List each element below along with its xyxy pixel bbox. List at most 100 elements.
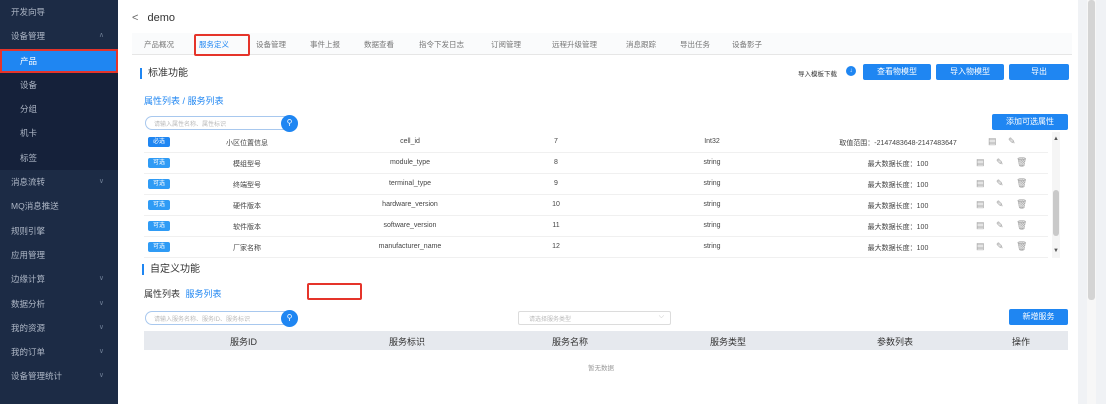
sidebar-item-label: 消息流转 bbox=[11, 177, 46, 188]
service-type-select[interactable]: 请选择服务类型 ⌵ bbox=[518, 311, 671, 325]
pencil-icon[interactable]: ✎ bbox=[1008, 136, 1016, 147]
search-icon[interactable]: ⚲ bbox=[281, 310, 298, 327]
tab-item[interactable]: 数据查看 bbox=[364, 39, 394, 50]
sidebar-item[interactable]: 设备管理统计 ∨ bbox=[0, 364, 118, 388]
tab-item[interactable]: 消息跟踪 bbox=[626, 39, 656, 50]
chevron-up-icon: ∧ bbox=[98, 32, 104, 40]
tab-service-list[interactable]: 服务列表 bbox=[186, 289, 222, 299]
chevron-down-icon: ∨ bbox=[98, 323, 104, 331]
tab-attribute-list[interactable]: 属性列表 bbox=[144, 289, 180, 299]
cell-type: Int32 bbox=[704, 138, 720, 145]
sidebar-item-label: 规则引擎 bbox=[11, 225, 46, 236]
tab-item[interactable]: 服务定义 bbox=[199, 39, 229, 50]
tab-item[interactable]: 产品概况 bbox=[144, 39, 174, 50]
sidebar-item[interactable]: 产品 bbox=[0, 48, 118, 73]
import-template-label[interactable]: 导入模板下载 bbox=[798, 68, 837, 78]
tab-service-list[interactable]: 服务列表 bbox=[188, 96, 224, 106]
trash-icon[interactable]: 🗑 bbox=[1016, 157, 1027, 168]
sidebar-item[interactable]: 我的资源 ∨ bbox=[0, 316, 118, 340]
tab-item[interactable]: 设备管理 bbox=[256, 39, 286, 50]
trash-icon[interactable]: 🗑 bbox=[1016, 199, 1027, 210]
pencil-icon[interactable]: ✎ bbox=[996, 178, 1004, 189]
sidebar-item[interactable]: 机卡 bbox=[0, 121, 118, 146]
tab-item[interactable]: 远程升级管理 bbox=[552, 39, 597, 50]
cell-id: software_version bbox=[383, 222, 437, 229]
sidebar-item[interactable]: MQ消息推送 bbox=[0, 194, 118, 218]
import-model-button[interactable]: 导入物模型 bbox=[936, 64, 1004, 80]
trash-icon[interactable]: 🗑 bbox=[1016, 241, 1027, 252]
pencil-icon[interactable]: ✎ bbox=[996, 157, 1004, 168]
tab-item[interactable]: 事件上报 bbox=[310, 39, 340, 50]
page-scrollbar[interactable] bbox=[1078, 0, 1106, 404]
sidebar-item-label: 标签 bbox=[20, 152, 38, 163]
cell-name: 小区位置信息 bbox=[226, 140, 268, 147]
tab-item[interactable]: 订阅管理 bbox=[491, 39, 521, 50]
add-optional-attribute-button[interactable]: 添加可选属性 bbox=[992, 114, 1068, 130]
column-header: 服务名称 bbox=[552, 337, 589, 347]
view-icon[interactable]: ▤ bbox=[976, 220, 985, 231]
chevron-down-icon: ∨ bbox=[98, 299, 104, 307]
view-icon[interactable]: ▤ bbox=[988, 136, 997, 147]
service-table-header: 服务ID 服务标识 服务名称 服务类型 参数列表 操作 bbox=[144, 331, 1068, 350]
cell-name: 软件版本 bbox=[233, 224, 261, 231]
tab-item[interactable]: 导出任务 bbox=[680, 39, 710, 50]
sidebar-item[interactable]: 分组 bbox=[0, 97, 118, 122]
sidebar-item[interactable]: 设备 bbox=[0, 72, 118, 98]
sidebar-item-label: 产品 bbox=[20, 55, 38, 66]
pencil-icon[interactable]: ✎ bbox=[996, 220, 1004, 231]
sidebar-item-label: 机卡 bbox=[20, 128, 38, 139]
cell-desc: 最大数据长度：100 bbox=[867, 161, 929, 168]
pencil-icon[interactable]: ✎ bbox=[996, 241, 1004, 252]
sidebar-item[interactable]: 应用管理 bbox=[0, 243, 118, 267]
cell-num: 8 bbox=[554, 159, 558, 166]
tab-item[interactable]: 设备影子 bbox=[732, 39, 762, 50]
cell-name: 终端型号 bbox=[233, 182, 261, 189]
table-row: 可选 硬件版本 hardware_version 10 string 最大数据长度：100… bbox=[144, 195, 1048, 216]
sidebar-item[interactable]: 数据分析 ∨ bbox=[0, 292, 118, 316]
cell-type: string bbox=[703, 159, 721, 166]
scroll-up-icon[interactable]: ▲ bbox=[1053, 136, 1059, 142]
scroll-down-icon[interactable]: ▼ bbox=[1053, 248, 1059, 254]
download-icon[interactable]: ↓ bbox=[846, 66, 856, 76]
service-search-input[interactable]: 请输入服务名称、服务ID、服务标识 ⚲ bbox=[145, 310, 298, 327]
export-button[interactable]: 导出 bbox=[1009, 64, 1069, 80]
view-icon[interactable]: ▤ bbox=[976, 199, 985, 210]
cell-id: manufacturer_name bbox=[378, 243, 442, 250]
cell-type: string bbox=[703, 201, 721, 208]
service-search-placeholder: 请输入服务名称、服务ID、服务标识 bbox=[154, 317, 251, 323]
sidebar-item[interactable]: 设备管理 ∧ bbox=[0, 24, 118, 48]
page-scroll-thumb[interactable] bbox=[1088, 0, 1095, 300]
trash-icon[interactable]: 🗑 bbox=[1016, 178, 1027, 189]
sidebar-item[interactable]: 标签 bbox=[0, 145, 118, 171]
view-icon[interactable]: ▤ bbox=[976, 178, 985, 189]
sidebar-item[interactable]: 规则引擎 bbox=[0, 219, 118, 243]
cell-num: 7 bbox=[554, 138, 558, 145]
table-scrollbar[interactable]: ▲ ▼ bbox=[1052, 132, 1060, 258]
pencil-icon[interactable]: ✎ bbox=[996, 199, 1004, 210]
tab-attribute-list[interactable]: 属性列表 bbox=[144, 96, 180, 106]
add-service-button[interactable]: 新增服务 bbox=[1009, 309, 1068, 325]
sidebar-item[interactable]: 边缘计算 ∨ bbox=[0, 267, 118, 291]
table-row: 可选 软件版本 software_version 11 string 最大数据长度：100… bbox=[144, 216, 1048, 237]
search-icon[interactable]: ⚲ bbox=[281, 115, 298, 132]
sidebar-item-label: 我的订单 bbox=[11, 347, 46, 358]
empty-state: 暂无数据 bbox=[588, 365, 614, 372]
sidebar-item[interactable]: 消息流转 ∨ bbox=[0, 170, 118, 194]
cell-num: 10 bbox=[552, 201, 560, 208]
attribute-search-input[interactable]: 请输入属性名称、属性标识 ⚲ bbox=[145, 115, 298, 132]
attribute-search-placeholder: 请输入属性名称、属性标识 bbox=[154, 122, 227, 128]
trash-icon[interactable]: 🗑 bbox=[1016, 220, 1027, 231]
cell-name: 厂家名称 bbox=[233, 245, 261, 252]
view-icon[interactable]: ▤ bbox=[976, 241, 985, 252]
view-model-button[interactable]: 查看物模型 bbox=[863, 64, 931, 80]
back-nav[interactable]: < demo bbox=[132, 12, 175, 24]
table-row: 可选 模组型号 module_type 8 string 最大数据长度：100 ▤ ✎ 🗑 bbox=[144, 153, 1048, 174]
scroll-thumb[interactable] bbox=[1053, 190, 1059, 236]
view-icon[interactable]: ▤ bbox=[976, 157, 985, 168]
sidebar-item[interactable]: 开发向导 bbox=[0, 0, 118, 24]
tab-item[interactable]: 指令下发日志 bbox=[419, 39, 464, 50]
column-header: 服务ID bbox=[230, 337, 258, 347]
chevron-left-icon[interactable]: < bbox=[132, 12, 138, 24]
custom-section-title: 自定义功能 bbox=[142, 264, 200, 275]
sidebar-item[interactable]: 我的订单 ∨ bbox=[0, 340, 118, 364]
